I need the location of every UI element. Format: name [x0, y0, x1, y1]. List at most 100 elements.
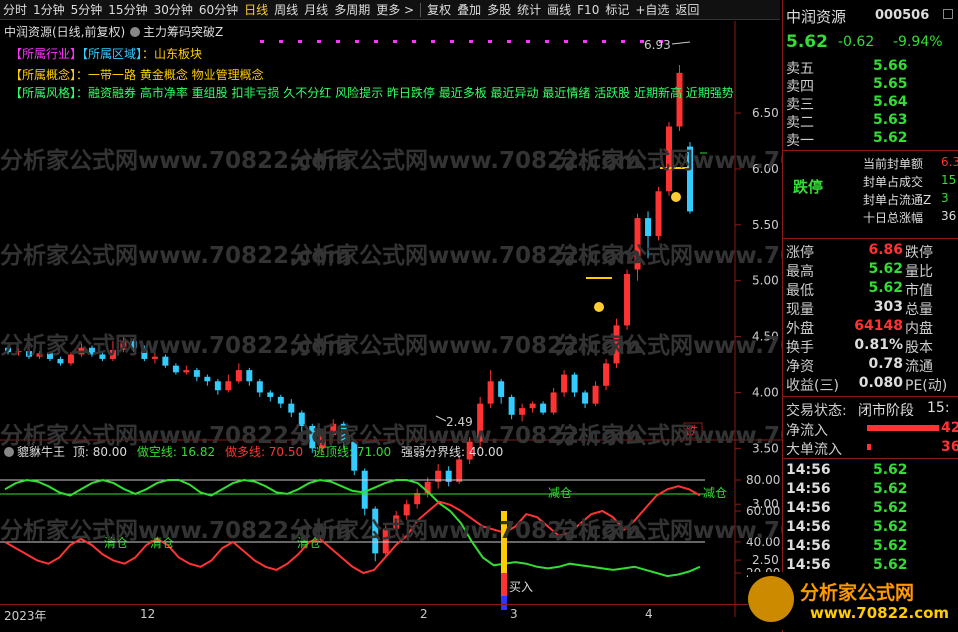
limit-info-row: 封单占成交 15	[863, 173, 956, 190]
kline-candle	[550, 387, 557, 415]
toolbar-right-item[interactable]: 复权	[424, 0, 454, 20]
stats-label2: 量比	[905, 264, 933, 280]
tick-row: 14:56 5.62	[783, 519, 958, 537]
stats-label2: 内盘	[905, 321, 933, 337]
toolbar-item[interactable]: 月线	[301, 0, 331, 20]
tick-row: 14:56 5.62	[783, 538, 958, 556]
flow-row: 大单流入 36	[783, 439, 958, 458]
flow-value: 42	[941, 420, 958, 436]
toolbar-right-item[interactable]: 标记	[602, 0, 632, 20]
signal-dot	[564, 40, 568, 43]
signal-dot	[507, 40, 511, 43]
signal-dot	[393, 40, 397, 43]
concept-line: 【所属概念】：一带一路 黄金概念 物业管理概念	[10, 68, 264, 82]
orderbook-label: 卖五	[786, 61, 814, 77]
kline-candle	[435, 463, 442, 489]
period-toolbar: 分时 1分钟 5分钟 15分钟 30分钟 60分钟 日线 周线 月线 多周期 更多 > 复权 叠加 多股统…	[0, 0, 780, 20]
kline-candle	[277, 394, 284, 409]
limit-info-value: 36	[941, 209, 957, 223]
orderbook-price: 5.63	[873, 112, 908, 128]
orderbook-row[interactable]: 卖二 5.63	[783, 112, 958, 131]
orderbook-label: 卖三	[786, 97, 814, 113]
toolbar-item[interactable]: 更多 >	[373, 0, 417, 20]
toolbar-right-item[interactable]: 画线	[544, 0, 574, 20]
stats-value: 303	[873, 299, 903, 315]
toolbar-right-item[interactable]: 叠加	[454, 0, 484, 20]
signal-dot	[621, 40, 625, 43]
flow-label: 净流入	[786, 423, 828, 439]
x-tick: 4	[645, 607, 653, 621]
toolbar-item[interactable]: 多周期	[331, 0, 373, 20]
stats-value: 5.62	[868, 280, 903, 296]
signal-label-reduce: 减仓	[548, 486, 572, 500]
orderbook-row[interactable]: 卖四 5.65	[783, 76, 958, 95]
limit-info-value: 3	[941, 191, 949, 205]
stats-row: 换手 0.81% 股本	[783, 337, 958, 356]
kline-candle	[288, 399, 295, 418]
signal-dot	[602, 40, 606, 43]
toolbar-item[interactable]: 1分钟	[30, 0, 68, 20]
tick-price: 5.62	[873, 538, 908, 554]
signal-dot	[336, 40, 340, 43]
tick-time: 14:56	[786, 557, 831, 573]
right-panel: 中润资源 000506 5.62 -0.62 -9.94% 卖五 5.66 卖四 5.…	[782, 0, 958, 632]
toolbar-item[interactable]: 日线	[241, 0, 271, 20]
x-axis: 2023年 12 2 3 4	[0, 604, 782, 632]
orderbook-row[interactable]: 卖三 5.64	[783, 94, 958, 113]
stats-value: 0.81%	[854, 337, 903, 353]
signal-dot	[545, 40, 549, 43]
toolbar-right-item[interactable]: +自选	[632, 0, 672, 20]
price-tick: 5.50	[752, 218, 779, 232]
tick-time: 14:56	[786, 519, 831, 535]
signal-dot	[298, 40, 302, 43]
toolbar-item[interactable]: 60分钟	[196, 0, 241, 20]
orderbook-price: 5.62	[873, 130, 908, 146]
toolbar-item[interactable]: 15分钟	[105, 0, 150, 20]
stats-row: 外盘 64148 内盘	[783, 318, 958, 337]
indicator-name[interactable]: 主力筹码突破Z	[130, 23, 223, 40]
toolbar-right-item[interactable]: 返回	[672, 0, 702, 20]
stats-row: 收益(三) 0.080 PE(动)	[783, 375, 958, 394]
kline-candle	[214, 379, 221, 395]
stats-label2: PE(动)	[905, 378, 948, 394]
flow-label: 大单流入	[786, 442, 842, 458]
settings-icon[interactable]	[943, 9, 953, 19]
kline-candle	[540, 401, 547, 415]
limit-status: 跌停	[793, 178, 824, 196]
tick-price: 5.62	[873, 500, 908, 516]
money-bag-icon	[671, 192, 681, 202]
price-change: -0.62	[838, 34, 875, 50]
tick-price: 5.62	[873, 557, 908, 573]
toolbar-item[interactable]: 30分钟	[151, 0, 196, 20]
x-tick: 3	[510, 607, 518, 621]
flow-row: 净流入 42	[783, 420, 958, 439]
orderbook-row[interactable]: 卖五 5.66	[783, 58, 958, 77]
tick-row: 14:56 5.62	[783, 462, 958, 480]
price-tick: 4.00	[752, 385, 779, 399]
stats-value: 5.62	[868, 261, 903, 277]
toolbar-right-item[interactable]: 统计	[514, 0, 544, 20]
site-logo: 分析家公式网 www.70822.com	[748, 572, 954, 630]
stats-label2: 市值	[905, 283, 933, 299]
high-mark: 6.93	[644, 38, 671, 52]
stats-value: 64148	[854, 318, 903, 334]
current-price: 5.62	[786, 32, 828, 52]
chevron-down-icon	[130, 27, 140, 37]
limit-info-label: 十日总涨幅	[863, 211, 924, 225]
toolbar-item[interactable]: 周线	[271, 0, 301, 20]
price-tick: 2.50	[752, 553, 779, 567]
stats-row: 涨停 6.86 跌停	[783, 242, 958, 261]
toolbar-right-item[interactable]: 多股	[484, 0, 514, 20]
toolbar-right-item[interactable]: F10	[574, 0, 602, 20]
orderbook-row[interactable]: 卖一 5.62	[783, 130, 958, 149]
stats-value: 0.080	[858, 375, 903, 391]
signal-dot	[450, 40, 454, 43]
kline-candle	[204, 374, 211, 386]
stats-label: 净资	[786, 359, 814, 375]
signal-dot	[488, 40, 492, 43]
orderbook-price: 5.66	[873, 58, 908, 74]
kline-candle	[561, 370, 568, 397]
toolbar-item[interactable]: 分时	[0, 0, 30, 20]
toolbar-item[interactable]: 5分钟	[68, 0, 106, 20]
trade-state: 交易状态: 闭市阶段 15:	[786, 400, 950, 419]
